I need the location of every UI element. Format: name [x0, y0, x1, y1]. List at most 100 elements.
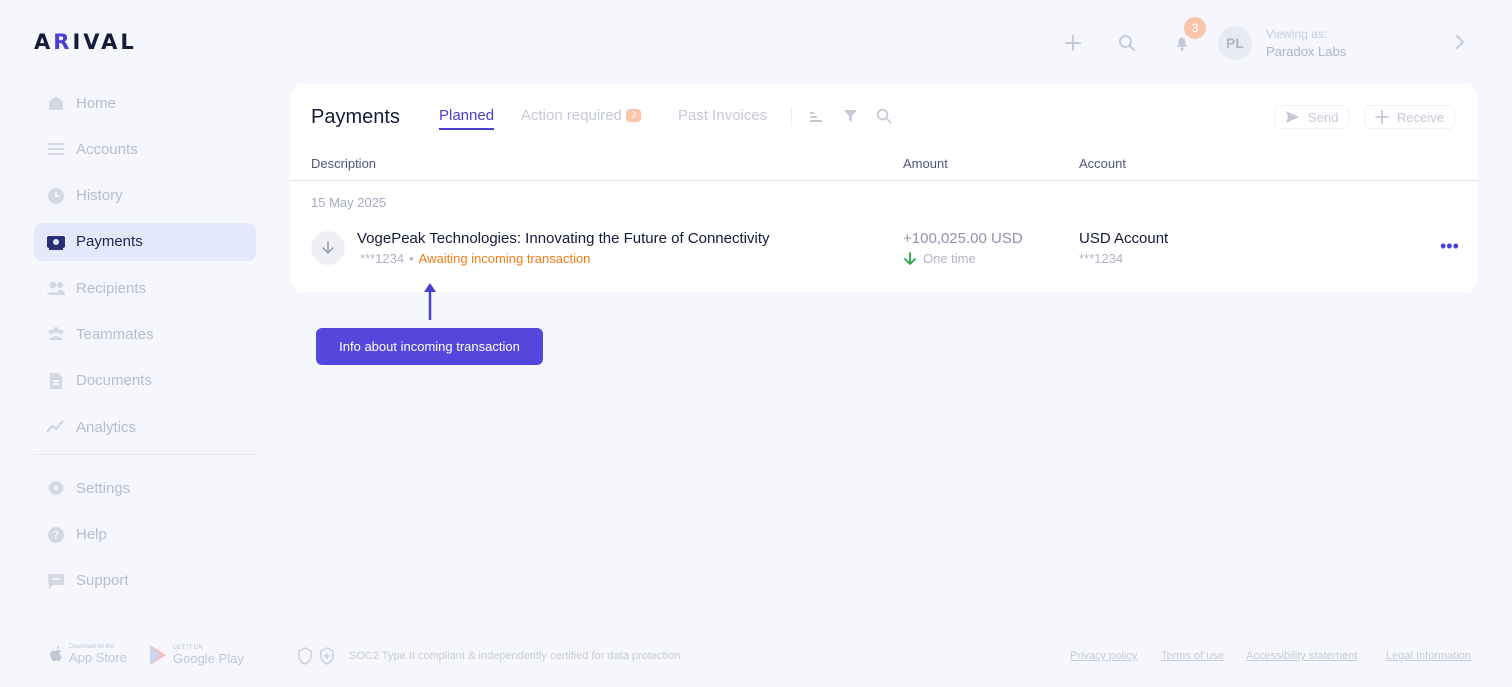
svg-text:?: ?: [53, 529, 59, 542]
search-icon: [876, 108, 892, 124]
notification-count-badge: 3: [1184, 17, 1206, 39]
payments-icon: [46, 232, 66, 252]
arrow-down-green-icon: [903, 251, 917, 266]
support-icon: [46, 571, 66, 591]
history-icon: [46, 186, 66, 206]
analytics-icon: [46, 417, 66, 437]
search-icon: [1119, 35, 1135, 51]
app-store-badge[interactable]: Download on the App Store: [48, 644, 127, 665]
sidebar-item-documents[interactable]: Documents: [34, 362, 256, 400]
separator-dot: •: [409, 251, 414, 266]
settings-icon: [46, 478, 66, 498]
sidebar-item-teammates[interactable]: Teammates: [34, 315, 256, 353]
sidebar-item-label: Home: [76, 94, 117, 112]
sidebar-nav: Home Accounts History Payments Recipient…: [34, 84, 256, 608]
search-button[interactable]: [1111, 27, 1143, 59]
shield-icon: [297, 647, 313, 665]
search-payments-button[interactable]: [876, 108, 892, 129]
toolbar-divider: [791, 108, 792, 126]
filter-button[interactable]: [843, 108, 858, 129]
help-icon: ?: [46, 525, 66, 545]
sidebar-item-label: Teammates: [76, 325, 154, 343]
send-icon: [1285, 110, 1300, 124]
column-header-account[interactable]: Account: [1079, 156, 1126, 171]
sidebar-item-payments[interactable]: Payments: [34, 222, 256, 261]
sort-icon: [810, 112, 822, 122]
logo-text-a: A: [34, 30, 54, 54]
sidebar-item-analytics[interactable]: Analytics: [34, 408, 256, 446]
accessibility-statement-link[interactable]: Accessibility statement: [1246, 650, 1357, 662]
account-switcher[interactable]: PL Viewing as: Paradox Labs: [1218, 25, 1476, 61]
frequency-label: One time: [923, 251, 976, 266]
more-options-button[interactable]: •••: [1440, 236, 1459, 257]
sidebar-item-label: Settings: [76, 479, 131, 497]
payment-subline: ***1234 • Awaiting incoming transaction: [360, 251, 590, 266]
plus-icon: [1065, 35, 1081, 51]
chevron-right-icon: [1454, 33, 1466, 56]
column-header-amount[interactable]: Amount: [903, 156, 948, 171]
sidebar-item-label: History: [76, 187, 123, 205]
logo-text-rest: IVAL: [72, 30, 137, 54]
account-name: USD Account: [1079, 230, 1169, 247]
payments-card: Payments Planned Action required 2 Past I…: [290, 84, 1478, 292]
sidebar-item-help[interactable]: ? Help: [34, 516, 256, 554]
sidebar-item-history[interactable]: History: [34, 177, 256, 215]
tab-label: Planned: [439, 107, 495, 124]
app-store-big-text: App Store: [69, 650, 127, 665]
sidebar-item-label: Payments: [76, 233, 143, 251]
legal-information-link[interactable]: Legal Information: [1386, 650, 1471, 662]
account-number: ***1234: [1079, 251, 1124, 266]
sort-button[interactable]: [809, 108, 823, 129]
sidebar-item-recipients[interactable]: Recipients: [34, 269, 256, 307]
tab-past-invoices[interactable]: Past Invoices: [678, 107, 767, 124]
tab-label: Past Invoices: [678, 107, 768, 124]
date-group-label: 15 May 2025: [311, 195, 387, 210]
sidebar-item-support[interactable]: Support: [34, 562, 256, 600]
documents-icon: [46, 371, 66, 391]
sidebar-item-label: Analytics: [76, 418, 137, 436]
apple-icon: [50, 645, 62, 661]
tab-label: Action required: [521, 107, 622, 124]
payment-reference: ***1234: [360, 251, 405, 266]
filter-icon: [844, 110, 857, 122]
column-header-description[interactable]: Description: [311, 156, 376, 171]
send-label: Send: [1308, 109, 1339, 125]
header-divider: [290, 180, 1478, 181]
incoming-arrow-icon: [311, 231, 345, 265]
sidebar-item-home[interactable]: Home: [34, 84, 256, 122]
annotation-tooltip: Info about incoming transaction: [316, 328, 543, 365]
sidebar-item-label: Support: [76, 572, 129, 590]
sidebar-item-settings[interactable]: Settings: [34, 469, 256, 507]
action-required-count-badge: 2: [625, 109, 642, 122]
accounts-icon: [46, 139, 66, 159]
payment-frequency: One time: [903, 251, 976, 266]
logo-text-accent: R: [53, 30, 73, 54]
annotation-arrow-icon: [424, 283, 436, 320]
terms-of-use-link[interactable]: Terms of use: [1161, 650, 1224, 662]
receive-label: Receive: [1397, 109, 1444, 125]
shield-check-icon: [319, 647, 335, 665]
teammates-icon: [46, 324, 66, 344]
home-icon: [46, 93, 66, 113]
page-title: Payments: [311, 106, 400, 128]
arival-logo[interactable]: ARIVAL: [34, 30, 137, 54]
google-play-badge[interactable]: GET IT ON Google Play: [148, 644, 244, 666]
sidebar-item-label: Accounts: [76, 140, 138, 158]
sidebar-item-accounts[interactable]: Accounts: [34, 130, 256, 168]
avatar: PL: [1218, 26, 1252, 60]
add-button[interactable]: [1057, 27, 1089, 59]
compliance-text: SOC2 Type II compliant & independently c…: [349, 650, 681, 662]
tab-action-required[interactable]: Action required 2: [521, 107, 642, 124]
sidebar-item-label: Recipients: [76, 279, 147, 297]
sidebar-divider: [34, 454, 256, 456]
payment-amount: +100,025.00 USD: [903, 230, 1023, 247]
google-play-icon: [150, 645, 166, 665]
compliance-note: SOC2 Type II compliant & independently c…: [297, 647, 680, 665]
send-button[interactable]: Send: [1274, 105, 1350, 129]
sidebar-item-label: Help: [76, 526, 107, 544]
privacy-policy-link[interactable]: Privacy policy: [1070, 650, 1137, 662]
tab-planned[interactable]: Planned: [439, 107, 495, 130]
viewer-org-name: Paradox Labs: [1266, 44, 1347, 59]
receive-button[interactable]: Receive: [1364, 105, 1455, 129]
status-badge: Awaiting incoming transaction: [418, 251, 591, 266]
